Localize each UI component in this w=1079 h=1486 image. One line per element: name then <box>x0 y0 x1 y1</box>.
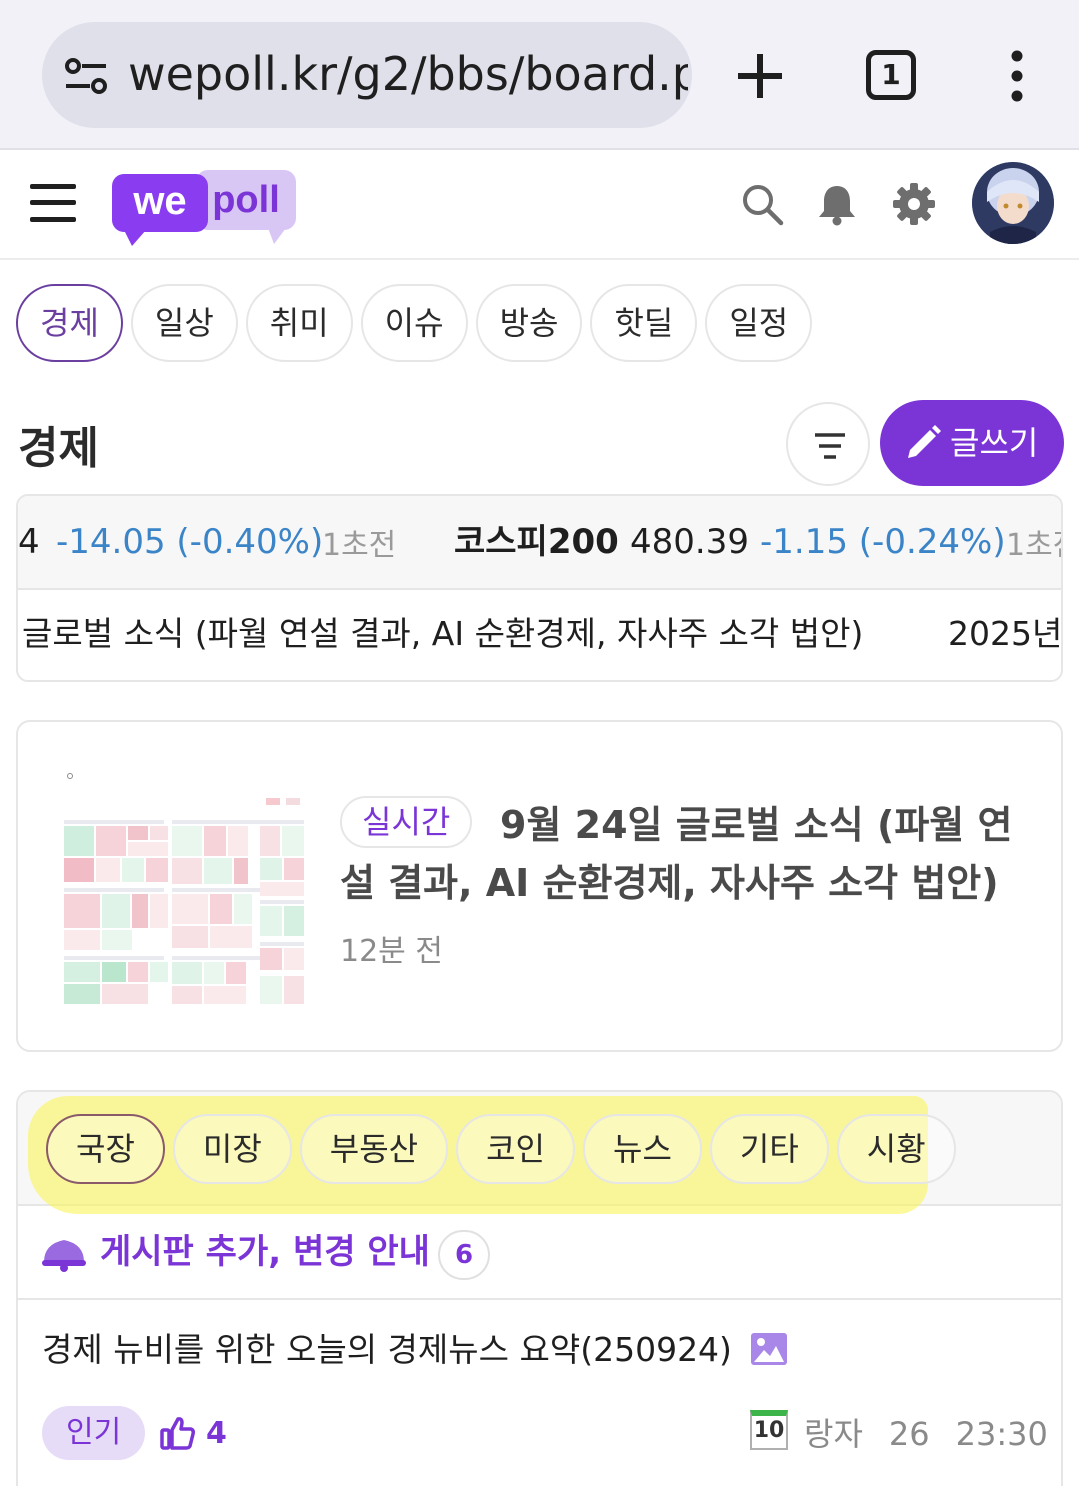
ticker-change-1: -14.05 (-0.40%) <box>56 522 324 562</box>
category-tabs: 경제 일상 취미 이슈 방송 핫딜 일정 <box>16 284 813 362</box>
sub-category-bar: 국장 미장 부동산 코인 뉴스 기타 시황 <box>18 1092 1061 1214</box>
browser-toolbar: wepoll.kr/g2/bbs/board.ph 1 <box>0 0 1079 150</box>
popular-badge: 인기 <box>42 1406 146 1460</box>
tab-schedule[interactable]: 일정 <box>705 284 813 362</box>
subtab-real-estate[interactable]: 부동산 <box>299 1114 449 1184</box>
post-title[interactable]: 경제 뉴비를 위한 오늘의 경제뉴스 요약(250924) <box>42 1328 732 1372</box>
site-header: we poll <box>0 152 1079 260</box>
menu-icon[interactable] <box>30 184 76 222</box>
write-button-label: 글쓰기 <box>950 424 1039 462</box>
tab-economy[interactable]: 경제 <box>16 284 123 362</box>
ticker-change-2: -1.15 (-0.24%) <box>760 522 1006 562</box>
news-ticker-text: 글로벌 소식 (파월 연설 결과, AI 순환경제, 자사주 소각 법안) <box>22 614 864 653</box>
tab-switcher-icon[interactable]: 1 <box>866 50 916 100</box>
notice-row[interactable]: 게시판 추가, 변경 안내 6 <box>18 1206 1061 1300</box>
like-count: 4 <box>206 1416 227 1451</box>
post-views: 26 <box>888 1415 930 1453</box>
subtab-etc[interactable]: 기타 <box>709 1114 829 1184</box>
tab-hobby[interactable]: 취미 <box>245 284 353 362</box>
notice-text[interactable]: 게시판 추가, 변경 안내 <box>100 1230 430 1274</box>
market-ticker: 4 -14.05 (-0.40%) 1초전 코스피200 480.39 -1.1… <box>16 494 1063 682</box>
thumbs-up-icon <box>160 1417 195 1450</box>
new-tab-icon[interactable] <box>732 48 788 104</box>
more-vert-icon[interactable] <box>1006 50 1028 102</box>
wepoll-logo[interactable]: we poll <box>110 166 300 250</box>
user-avatar[interactable] <box>972 162 1054 244</box>
sub-category-tabs: 국장 미장 부동산 코인 뉴스 기타 시황 <box>46 1114 956 1184</box>
subtab-market[interactable]: 시황 <box>836 1114 956 1184</box>
ticker-name-2: 코스피200 <box>454 522 619 562</box>
post-author[interactable]: 랑자 <box>804 1415 863 1453</box>
tab-broadcast[interactable]: 방송 <box>475 284 583 362</box>
user-level-icon: 10 <box>750 1410 788 1450</box>
avatar-image <box>972 162 1054 244</box>
tab-hotdeal[interactable]: 핫딜 <box>590 284 698 362</box>
featured-post-card[interactable]: 9월 24일 글로벌 소식 (파월 연설 결과, AI 순환경제, 자사주 소각… <box>16 720 1063 1052</box>
post-meta: 랑자 26 23:30 <box>804 1414 1048 1454</box>
ticker-time-1: 1초전 <box>322 528 397 563</box>
logo-text-poll: poll <box>212 179 280 221</box>
post-time: 23:30 <box>955 1415 1048 1453</box>
ticker-partial-value: 4 <box>18 522 40 562</box>
site-settings-icon[interactable] <box>64 56 108 96</box>
board-list: 국장 미장 부동산 코인 뉴스 기타 시황 게시판 추가, 변경 안내 6 경제… <box>16 1090 1063 1486</box>
ticker-value-2: 480.39 <box>630 522 749 562</box>
url-text[interactable]: wepoll.kr/g2/bbs/board.ph <box>128 44 688 104</box>
list-item[interactable]: 경제 뉴비를 위한 오늘의 경제뉴스 요약(250924) 인기 4 10 랑자… <box>18 1302 1061 1486</box>
news-ticker-next: 2025년 <box>948 614 1063 653</box>
subtab-news[interactable]: 뉴스 <box>583 1114 702 1184</box>
ticker-time-2: 1초전 <box>1006 528 1061 563</box>
megaphone-icon <box>42 1240 86 1272</box>
featured-post-time: 12분 전 <box>340 934 443 969</box>
bell-icon[interactable] <box>816 182 858 226</box>
market-heatmap-thumbnail <box>64 772 304 1004</box>
subtab-korean-stocks[interactable]: 국장 <box>46 1114 165 1184</box>
logo-text-we: we <box>132 179 186 223</box>
tab-daily[interactable]: 일상 <box>130 284 238 362</box>
tab-issue[interactable]: 이슈 <box>360 284 468 362</box>
write-button[interactable]: 글쓰기 <box>880 400 1064 486</box>
index-ticker-row[interactable]: 4 -14.05 (-0.40%) 1초전 코스피200 480.39 -1.1… <box>18 496 1061 590</box>
comment-count-badge: 6 <box>438 1230 490 1280</box>
news-ticker-row[interactable]: 글로벌 소식 (파월 연설 결과, AI 순환경제, 자사주 소각 법안) 20… <box>18 590 1063 680</box>
search-icon[interactable] <box>740 182 784 226</box>
pencil-icon <box>908 425 941 458</box>
filter-button[interactable] <box>786 402 870 486</box>
image-icon <box>751 1333 787 1365</box>
subtab-coin[interactable]: 코인 <box>456 1114 575 1184</box>
page-title: 경제 <box>18 423 99 474</box>
gear-icon[interactable] <box>892 182 936 226</box>
filter-icon <box>815 433 845 459</box>
address-bar[interactable]: wepoll.kr/g2/bbs/board.ph <box>42 22 692 128</box>
subtab-us-stocks[interactable]: 미장 <box>172 1114 292 1184</box>
live-badge: 실시간 <box>340 796 473 848</box>
